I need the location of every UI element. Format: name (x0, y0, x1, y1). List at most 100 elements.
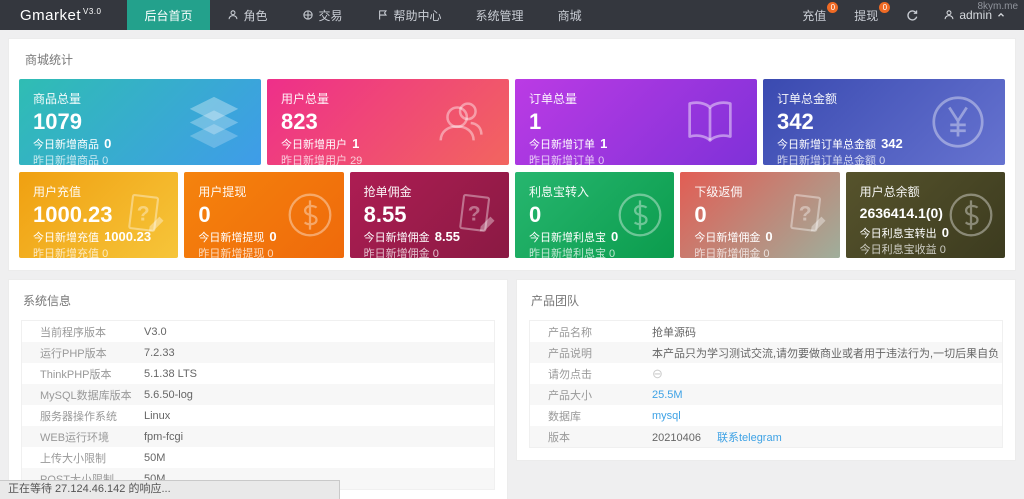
watermark: 8kym.me (977, 1, 1018, 12)
stat-card: 用户充值 1000.23 今日新增充值 1000.23 昨日新增充值 0? (19, 172, 179, 258)
stat-card-yesterday: 昨日新增订单 0 (529, 155, 605, 165)
table-row: 服务器操作系统 Linux (22, 405, 494, 426)
table-row: 版本 20210406 联系telegram (530, 426, 1002, 447)
withdraw-badge: 0 (879, 2, 891, 13)
row-label: 运行PHP版本 (40, 347, 107, 360)
table-row: 产品大小 25.5M (530, 384, 1002, 405)
dollar-icon (614, 189, 666, 241)
row-value: 5.6.50-log (144, 388, 193, 401)
table-row: 产品说明 本产品只为学习测试交流,请勿要做商业或者用于违法行为,一切后果自负 (530, 342, 1002, 363)
dollar-icon (945, 189, 997, 241)
row-label: 当前程序版本 (40, 326, 106, 339)
stat-card-yesterday: 昨日新增佣金 0 (363, 248, 439, 258)
bottom-panels: 系统信息 当前程序版本 V3.0 运行PHP版本 7.2.33 ThinkPHP版本 5.… (8, 279, 1016, 499)
globe-icon (302, 9, 314, 21)
row-link[interactable]: mysql (652, 410, 681, 422)
table-row: MySQL数据库版本 5.6.50-log (22, 384, 494, 405)
mall-statistics-title: 商城统计 (25, 53, 74, 67)
withdraw-button[interactable]: 提现 0 (840, 0, 892, 30)
row-value: Linux (144, 409, 171, 422)
stat-card-yesterday: 今日利息宝收益 0 (859, 244, 946, 256)
row-value: mysql (652, 410, 681, 422)
layers-icon (183, 91, 245, 153)
doc-icon: ? (118, 189, 170, 241)
row-label: 上传大小限制 (40, 452, 106, 465)
nav-item-label: 帮助中心 (393, 8, 442, 23)
stat-card-yesterday: 昨日新增充值 0 (33, 248, 109, 258)
forbidden-icon: ⊖ (652, 366, 663, 381)
row-value: 抢单源码 (652, 326, 696, 339)
row-value: 50M (144, 451, 166, 464)
svg-text:?: ? (468, 203, 481, 226)
browser-status-bar: 正在等待 27.124.46.142 的响应... (0, 480, 340, 499)
stat-card-yesterday: 昨日新增订单总金额 0 (777, 155, 886, 165)
nav-item-help[interactable]: 帮助中心 (360, 0, 459, 30)
stat-card: 用户提现 0 今日新增提现 0 昨日新增提现 0 (184, 172, 344, 258)
refresh-icon (906, 9, 919, 22)
contact-telegram-link[interactable]: 联系telegram (717, 432, 782, 444)
row-label: WEB运行环境 (40, 431, 110, 444)
dollar-icon (284, 189, 336, 241)
refresh-button[interactable] (892, 0, 933, 30)
stat-card: 利息宝转入 0 今日新增利息宝 0 昨日新增利息宝 0 (514, 172, 675, 258)
nav-menu: 后台首页 角色 交易 帮助中心 系统管理 商城 (127, 0, 598, 30)
row-label: 服务器操作系统 (40, 410, 117, 423)
row-label: 产品大小 (548, 389, 592, 402)
doc-icon: ? (449, 189, 501, 241)
row-label: 产品名称 (548, 326, 592, 339)
flag-icon (377, 9, 389, 21)
mall-statistics-panel: 商城统计 商品总量 1079 今日新增商品 0 昨日新增商品 0 用户总量 823 今日新增… (8, 38, 1016, 271)
admin-dashboard: Gmarket V3.0 后台首页 角色 交易 帮助中心 系统管理 商城 充值 0 (0, 0, 1024, 499)
stat-card: 抢单佣金 8.55 今日新增佣金 8.55 昨日新增佣金 0? (349, 172, 509, 258)
person-icon (227, 9, 239, 21)
nav-item-roles[interactable]: 角色 (210, 0, 285, 30)
nav-item-trade[interactable]: 交易 (285, 0, 360, 30)
stat-card: 下级返佣 0 今日新增佣金 0 昨日新增佣金 0? (680, 172, 840, 258)
svg-text:?: ? (798, 203, 811, 226)
stat-card-yesterday: 昨日新增提现 0 (198, 248, 274, 258)
doc-icon: ? (780, 189, 832, 241)
system-info-title: 系统信息 (23, 294, 72, 308)
app-logo: Gmarket V3.0 (0, 0, 127, 30)
main-content: 商城统计 商品总量 1079 今日新增商品 0 昨日新增商品 0 用户总量 823 今日新增… (0, 30, 1024, 499)
nav-item-home[interactable]: 后台首页 (127, 0, 210, 30)
table-row: 产品名称 抢单源码 (530, 321, 1002, 342)
row-label: ThinkPHP版本 (40, 368, 112, 381)
nav-item-mall[interactable]: 商城 (541, 0, 599, 30)
row-value: 7.2.33 (144, 346, 175, 359)
recharge-button[interactable]: 充值 0 (788, 0, 840, 30)
stat-card: 订单总金额 342 今日新增订单总金额 342 昨日新增订单总金额 0 (763, 79, 1005, 165)
yen-icon (927, 91, 989, 153)
row-value: 本产品只为学习测试交流,请勿要做商业或者用于违法行为,一切后果自负 (652, 347, 1000, 360)
row-value: V3.0 (144, 325, 167, 338)
stat-card: 订单总量 1 今日新增订单 1 昨日新增订单 0 (515, 79, 757, 165)
system-info-table: 当前程序版本 V3.0 运行PHP版本 7.2.33 ThinkPHP版本 5.1.38 … (21, 320, 495, 490)
nav-item-system[interactable]: 系统管理 (459, 0, 541, 30)
table-row: ThinkPHP版本 5.1.38 LTS (22, 363, 494, 384)
stat-card: 用户总余额 2636414.1(0) 今日利息宝转出 0 今日利息宝收益 0 (845, 172, 1005, 258)
row-value: 5.1.38 LTS (144, 367, 197, 380)
row-label: 数据库 (548, 410, 581, 423)
recharge-label: 充值 (802, 8, 827, 23)
stat-card: 用户总量 823 今日新增用户 1 昨日新增用户 29 (267, 79, 509, 165)
table-row: 数据库 mysql (530, 405, 1002, 426)
navbar: Gmarket V3.0 后台首页 角色 交易 帮助中心 系统管理 商城 充值 0 (0, 0, 1024, 30)
row-label: MySQL数据库版本 (40, 389, 132, 402)
stat-card-yesterday: 昨日新增利息宝 0 (528, 248, 616, 258)
book-icon (679, 91, 741, 153)
product-team-table: 产品名称 抢单源码产品说明 本产品只为学习测试交流,请勿要做商业或者用于违法行为,一… (529, 320, 1003, 448)
row-value: ⊖ (652, 367, 663, 381)
stat-card-yesterday: 昨日新增商品 0 (33, 155, 109, 165)
system-info-panel: 系统信息 当前程序版本 V3.0 运行PHP版本 7.2.33 ThinkPHP版本 5.… (8, 279, 508, 499)
row-value: 25.5M (652, 389, 683, 401)
row-value: fpm-fcgi (144, 430, 184, 443)
table-row: 运行PHP版本 7.2.33 (22, 342, 494, 363)
row-label: 请勿点击 (548, 368, 592, 381)
nav-item-label: 交易 (318, 8, 343, 23)
stat-cards-row2: 用户充值 1000.23 今日新增充值 1000.23 昨日新增充值 0? 用户提现 0 今… (19, 172, 1005, 258)
row-value: 20210406 联系telegram (652, 431, 782, 444)
stat-cards-row1: 商品总量 1079 今日新增商品 0 昨日新增商品 0 用户总量 823 今日新增用户 1昨… (19, 79, 1005, 165)
product-team-title: 产品团队 (531, 294, 580, 308)
product-team-panel: 产品团队 产品名称 抢单源码产品说明 本产品只为学习测试交流,请勿要做商业或者用于违… (516, 279, 1016, 461)
row-link[interactable]: 25.5M (652, 389, 683, 401)
